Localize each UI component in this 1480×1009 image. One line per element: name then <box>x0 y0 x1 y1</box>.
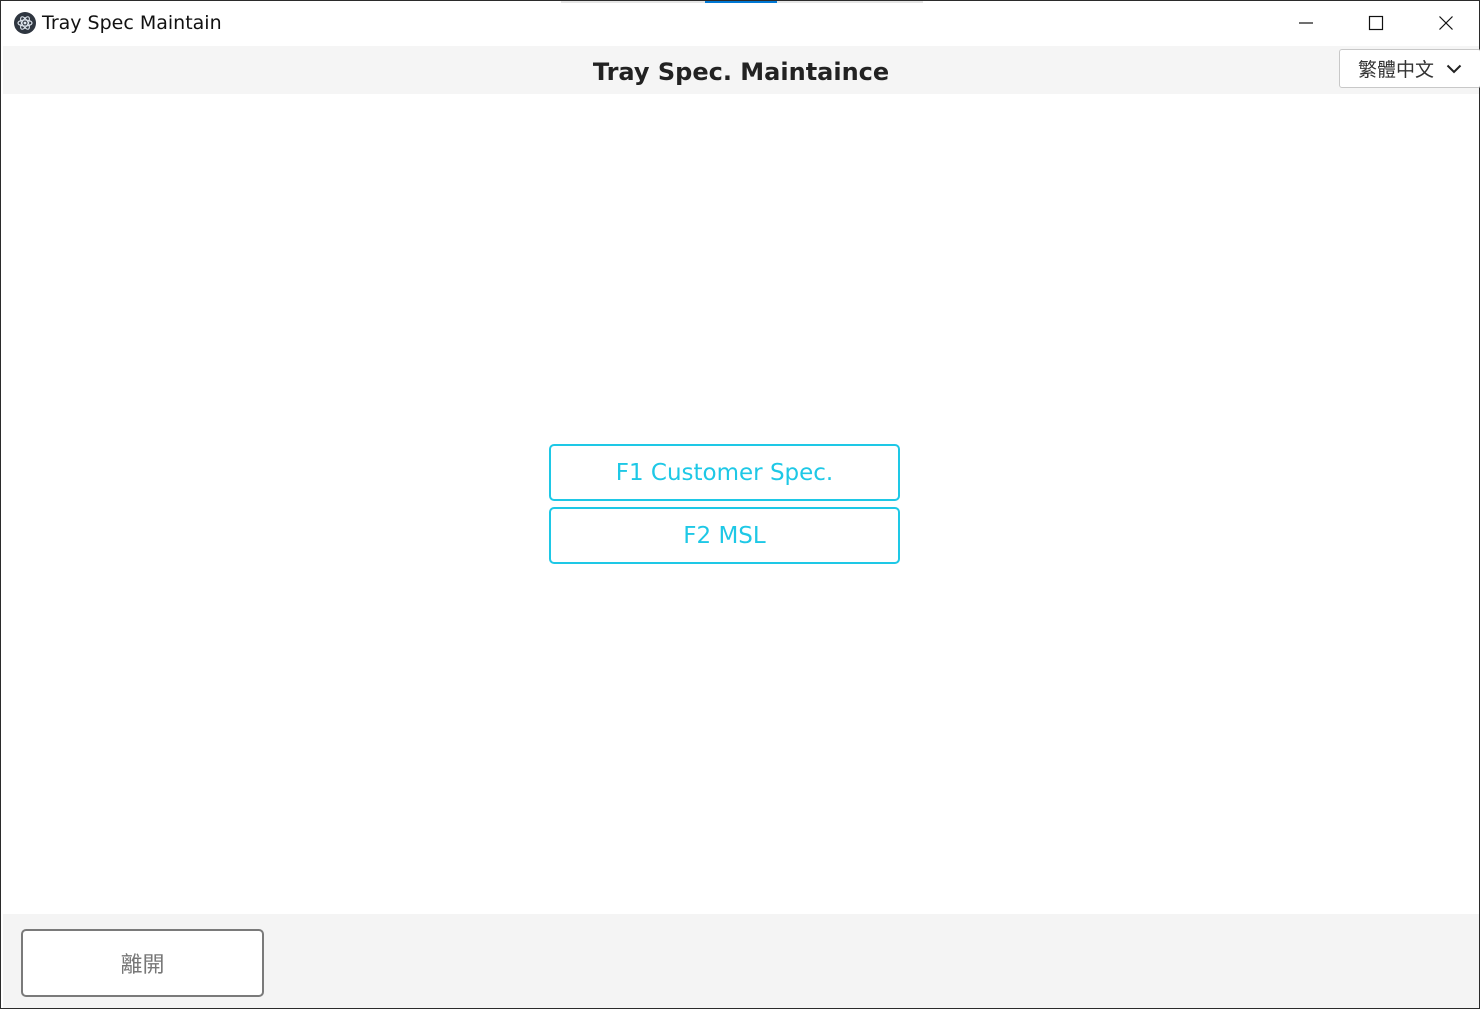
window-title: Tray Spec Maintain <box>42 12 222 34</box>
language-selected-value: 繁體中文 <box>1358 59 1435 81</box>
page-title: Tray Spec. Maintaince <box>592 58 890 86</box>
minimize-icon <box>1299 22 1313 24</box>
app-logo-icon <box>14 12 36 34</box>
page-header: Tray Spec. Maintaince 繁體中文 <box>3 46 1480 94</box>
minimize-button[interactable] <box>1271 1 1341 45</box>
title-bar[interactable]: Tray Spec Maintain <box>1 1 1479 45</box>
exit-button[interactable]: 離開 <box>21 929 264 997</box>
msl-button[interactable]: F2 MSL <box>549 507 900 564</box>
page-footer: 離開 <box>3 914 1479 1008</box>
app-window: Tray Spec Maintain Tray Spec. Maintaince… <box>0 0 1480 1009</box>
chevron-down-icon <box>1446 62 1462 80</box>
maximize-button[interactable] <box>1341 1 1411 45</box>
customer-spec-button[interactable]: F1 Customer Spec. <box>549 444 900 501</box>
close-button[interactable] <box>1411 1 1480 45</box>
close-icon <box>1439 16 1453 30</box>
taskbar-accent <box>705 1 777 3</box>
maximize-icon <box>1368 15 1384 31</box>
language-select[interactable]: 繁體中文 <box>1339 49 1480 88</box>
taskbar-strip <box>561 1 705 3</box>
taskbar-strip <box>777 1 923 3</box>
